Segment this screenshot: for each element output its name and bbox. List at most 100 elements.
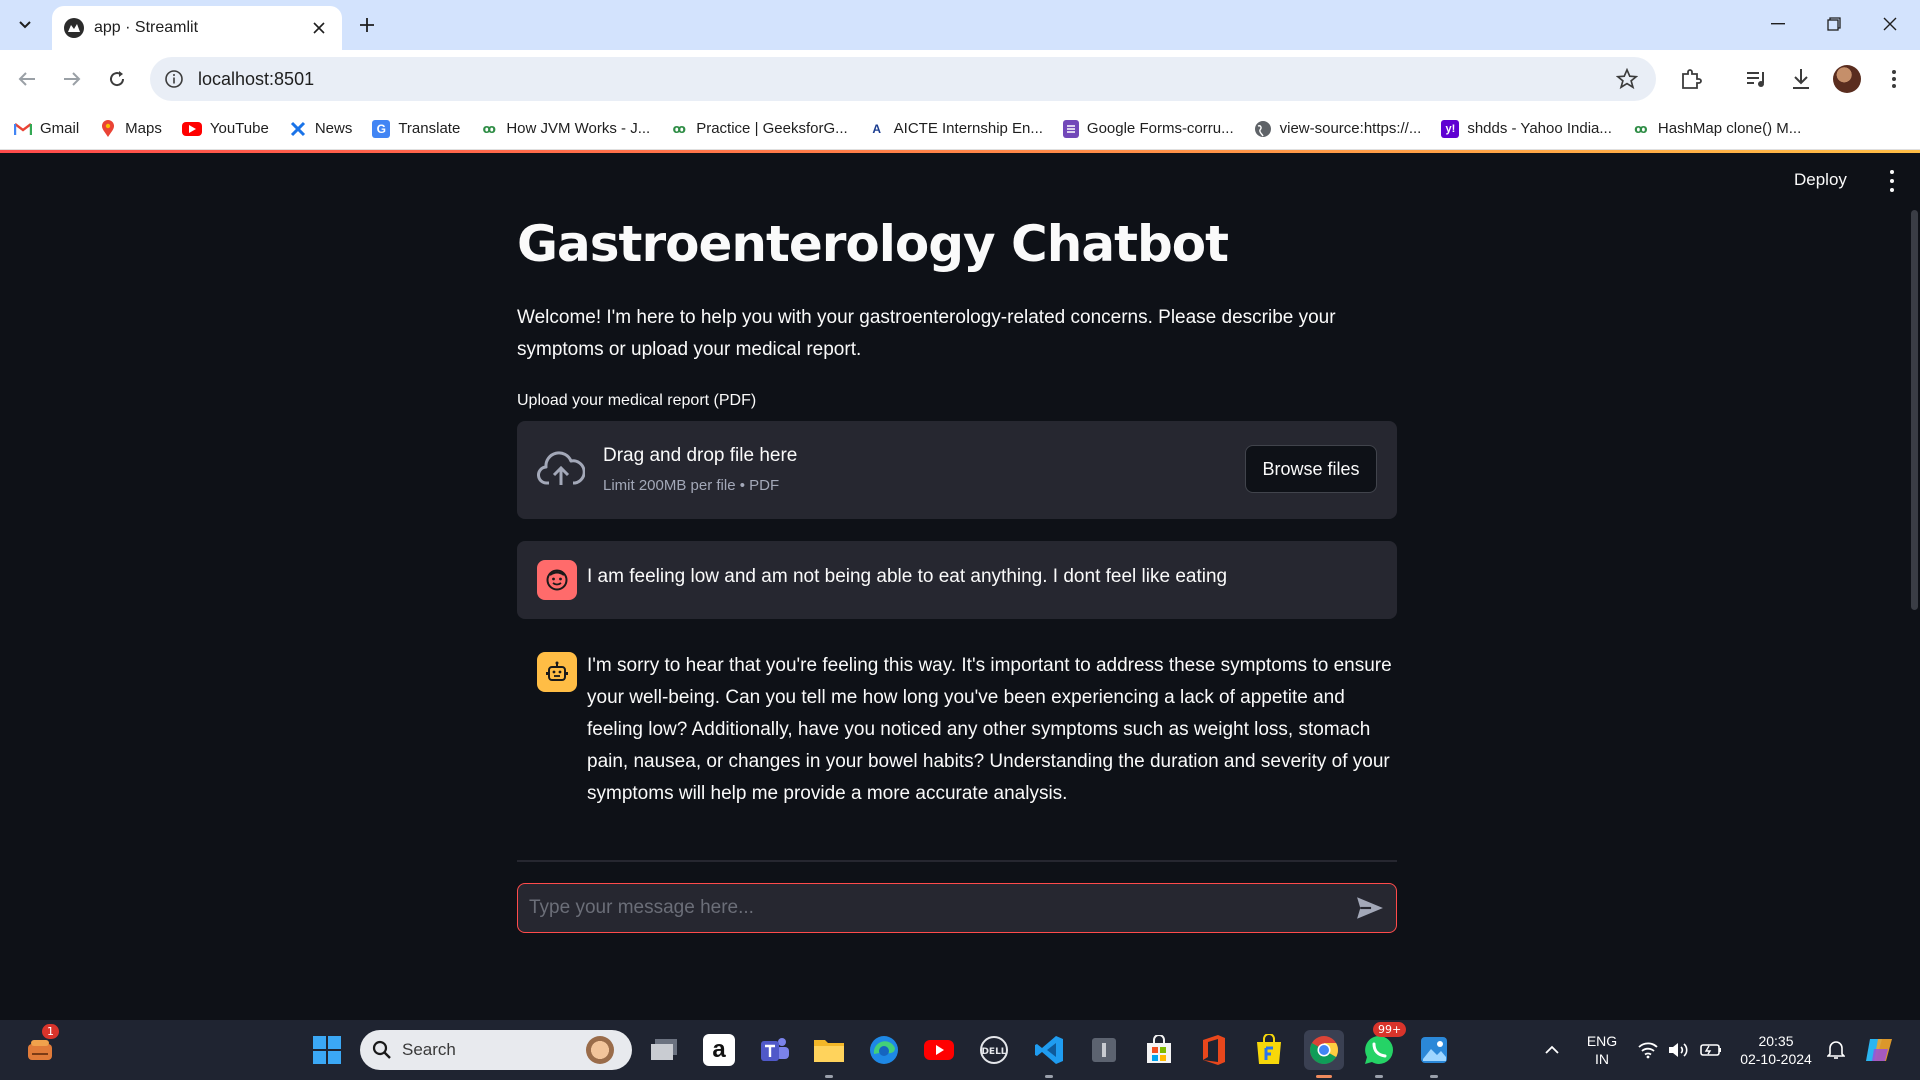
deploy-button[interactable]: Deploy bbox=[1794, 170, 1847, 190]
bookmark-star-icon[interactable] bbox=[1616, 68, 1638, 90]
bookmark-gfg-practice[interactable]: ꝏ Practice | GeeksforG... bbox=[670, 120, 848, 138]
url-text[interactable]: localhost:8501 bbox=[198, 69, 314, 90]
taskbar-flipkart[interactable] bbox=[1249, 1030, 1289, 1070]
tab-title: app · Streamlit bbox=[94, 19, 199, 36]
bookmark-youtube[interactable]: YouTube bbox=[181, 120, 269, 137]
streamlit-favicon-icon bbox=[64, 18, 84, 38]
windows-start-icon bbox=[313, 1036, 341, 1064]
taskbar-amazon[interactable]: a bbox=[699, 1030, 739, 1070]
copilot-button[interactable] bbox=[1860, 1030, 1900, 1070]
notifications-button[interactable] bbox=[1816, 1030, 1856, 1070]
bookmark-label: Gmail bbox=[40, 120, 80, 137]
bookmark-google-forms[interactable]: Google Forms-corru... bbox=[1062, 119, 1234, 138]
bookmark-label: Translate bbox=[398, 120, 461, 137]
reload-button[interactable] bbox=[100, 62, 134, 96]
main-menu-icon[interactable] bbox=[1882, 168, 1902, 194]
translate-icon: G bbox=[372, 119, 391, 138]
search-highlight-image bbox=[586, 1036, 614, 1064]
bookmarks-bar: Gmail Maps YouTube News G Translate ꝏ Ho… bbox=[0, 108, 1920, 150]
folder-icon bbox=[814, 1040, 844, 1062]
bookmark-aicte[interactable]: A AICTE Internship En... bbox=[868, 120, 1043, 138]
globe-icon bbox=[1254, 120, 1272, 138]
task-view-button[interactable] bbox=[644, 1030, 684, 1070]
taskbar-photos[interactable] bbox=[1414, 1030, 1454, 1070]
bookmark-view-source[interactable]: view-source:https://... bbox=[1254, 120, 1421, 138]
taskbar-file-explorer[interactable] bbox=[809, 1030, 849, 1070]
bookmark-news[interactable]: News bbox=[289, 120, 352, 138]
taskbar-microsoft-store[interactable] bbox=[1139, 1030, 1179, 1070]
taskbar-dell[interactable]: DELL bbox=[974, 1030, 1014, 1070]
taskbar-whatsapp[interactable]: 99+ bbox=[1359, 1022, 1407, 1070]
bookmark-maps[interactable]: Maps bbox=[99, 119, 162, 138]
bookmark-gmail[interactable]: Gmail bbox=[14, 120, 79, 138]
bookmark-yahoo[interactable]: y! shdds - Yahoo India... bbox=[1441, 119, 1612, 138]
taskbar-teams[interactable] bbox=[754, 1030, 794, 1070]
bookmark-gfg-hashmap[interactable]: ꝏ HashMap clone() M... bbox=[1632, 120, 1801, 138]
profile-avatar[interactable] bbox=[1833, 65, 1861, 93]
close-window-button[interactable] bbox=[1862, 0, 1918, 48]
new-tab-button[interactable] bbox=[352, 10, 382, 40]
weather-widget-icon bbox=[28, 1040, 52, 1060]
chrome-icon bbox=[1310, 1036, 1338, 1064]
flipkart-icon bbox=[1257, 1034, 1281, 1064]
taskbar-search[interactable]: Search bbox=[360, 1030, 632, 1070]
task-view-icon bbox=[651, 1039, 677, 1060]
taskbar-youtube[interactable] bbox=[919, 1030, 959, 1070]
taskbar-edge[interactable] bbox=[864, 1030, 904, 1070]
bookmark-translate[interactable]: G Translate bbox=[372, 119, 461, 138]
taskbar-vscode[interactable] bbox=[1029, 1030, 1069, 1070]
chat-message-text: I am feeling low and am not being able t… bbox=[587, 566, 1228, 587]
clock[interactable]: 20:35 02-10-2024 bbox=[1736, 1032, 1816, 1068]
bookmark-gfg-jvm[interactable]: ꝏ How JVM Works - J... bbox=[480, 120, 651, 138]
minimize-button[interactable] bbox=[1750, 0, 1806, 48]
forward-button[interactable] bbox=[55, 62, 89, 96]
running-indicator-active bbox=[1316, 1075, 1332, 1078]
cloud-upload-icon bbox=[537, 451, 585, 485]
address-bar[interactable]: localhost:8501 bbox=[150, 57, 1656, 101]
volume-icon bbox=[1669, 1043, 1688, 1057]
running-indicator bbox=[1375, 1075, 1383, 1078]
chat-input-box[interactable] bbox=[517, 883, 1397, 933]
tab-search-button[interactable] bbox=[8, 8, 42, 42]
back-button[interactable] bbox=[10, 62, 44, 96]
taskbar-app-grey[interactable] bbox=[1084, 1030, 1124, 1070]
copilot-icon bbox=[1866, 1039, 1892, 1061]
vscode-icon bbox=[1035, 1036, 1063, 1064]
whatsapp-icon bbox=[1365, 1036, 1393, 1064]
file-dropzone[interactable]: Drag and drop file here Limit 200MB per … bbox=[517, 421, 1397, 519]
show-hidden-icons-button[interactable] bbox=[1532, 1030, 1572, 1070]
extensions-button[interactable] bbox=[1674, 62, 1708, 96]
scrollbar[interactable] bbox=[1911, 210, 1918, 610]
taskbar-chrome[interactable] bbox=[1304, 1030, 1344, 1070]
bell-icon bbox=[1827, 1041, 1845, 1059]
bookmark-label: Practice | GeeksforG... bbox=[696, 120, 848, 137]
widgets-button[interactable]: 1 bbox=[20, 1024, 60, 1070]
maps-icon bbox=[99, 119, 117, 138]
taskbar-office[interactable] bbox=[1194, 1030, 1234, 1070]
browse-files-button[interactable]: Browse files bbox=[1245, 445, 1377, 493]
browser-menu-button[interactable] bbox=[1877, 62, 1911, 96]
bookmark-label: Google Forms-corru... bbox=[1086, 120, 1234, 137]
start-button[interactable] bbox=[307, 1030, 347, 1070]
browser-tab-active[interactable]: app · Streamlit bbox=[52, 6, 342, 50]
arrow-left-icon bbox=[18, 72, 35, 86]
google-forms-icon bbox=[1062, 119, 1079, 138]
send-icon[interactable] bbox=[1356, 896, 1384, 920]
language-indicator[interactable]: ENG IN bbox=[1582, 1032, 1622, 1068]
chat-divider bbox=[517, 860, 1397, 862]
restore-button[interactable] bbox=[1806, 0, 1862, 48]
store-icon bbox=[1147, 1035, 1171, 1063]
downloads-button[interactable] bbox=[1784, 62, 1818, 96]
quick-settings-button[interactable] bbox=[1630, 1030, 1730, 1070]
teams-icon bbox=[761, 1038, 789, 1061]
chat-input[interactable] bbox=[529, 884, 1349, 932]
site-info-icon[interactable] bbox=[164, 69, 184, 89]
running-indicator bbox=[1045, 1075, 1053, 1078]
arrow-right-icon bbox=[64, 72, 81, 86]
media-controls-button[interactable] bbox=[1740, 62, 1774, 96]
minimize-icon bbox=[1771, 23, 1785, 25]
windows-taskbar: 1 Search a DELL 99+ ENG IN 20:35 02-10-2… bbox=[0, 1020, 1920, 1080]
bookmark-label: Maps bbox=[125, 120, 162, 137]
tab-close-icon[interactable] bbox=[308, 17, 330, 39]
chat-message-user: I am feeling low and am not being able t… bbox=[517, 541, 1397, 619]
